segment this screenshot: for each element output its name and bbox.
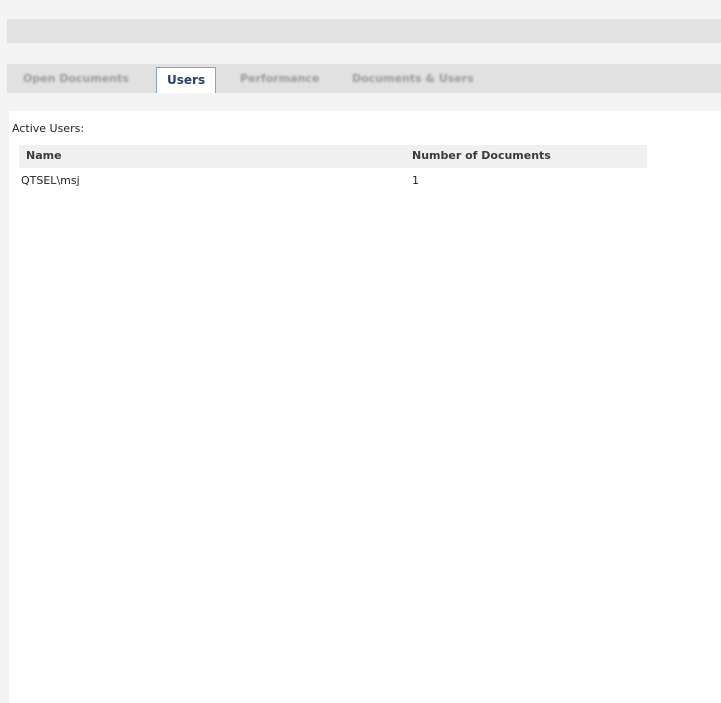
users-table: Name Number of Documents QTSEL\msj 1 <box>19 145 647 190</box>
top-bar <box>7 19 721 43</box>
column-header-number-of-documents[interactable]: Number of Documents <box>412 149 551 162</box>
tab-performance[interactable]: Performance <box>240 69 319 89</box>
document-count-cell: 1 <box>412 174 419 187</box>
table-row[interactable]: QTSEL\msj 1 <box>19 168 647 190</box>
tab-documents-and-users[interactable]: Documents & Users <box>352 69 474 89</box>
user-name-cell: QTSEL\msj <box>21 174 80 187</box>
table-header: Name Number of Documents <box>19 145 647 168</box>
tab-strip: Open Documents Users Performance Documen… <box>7 64 721 93</box>
content-panel <box>9 111 721 703</box>
active-users-label: Active Users: <box>12 122 85 135</box>
tab-open-documents[interactable]: Open Documents <box>23 69 129 89</box>
column-header-name[interactable]: Name <box>26 149 62 162</box>
tab-users[interactable]: Users <box>156 67 217 93</box>
